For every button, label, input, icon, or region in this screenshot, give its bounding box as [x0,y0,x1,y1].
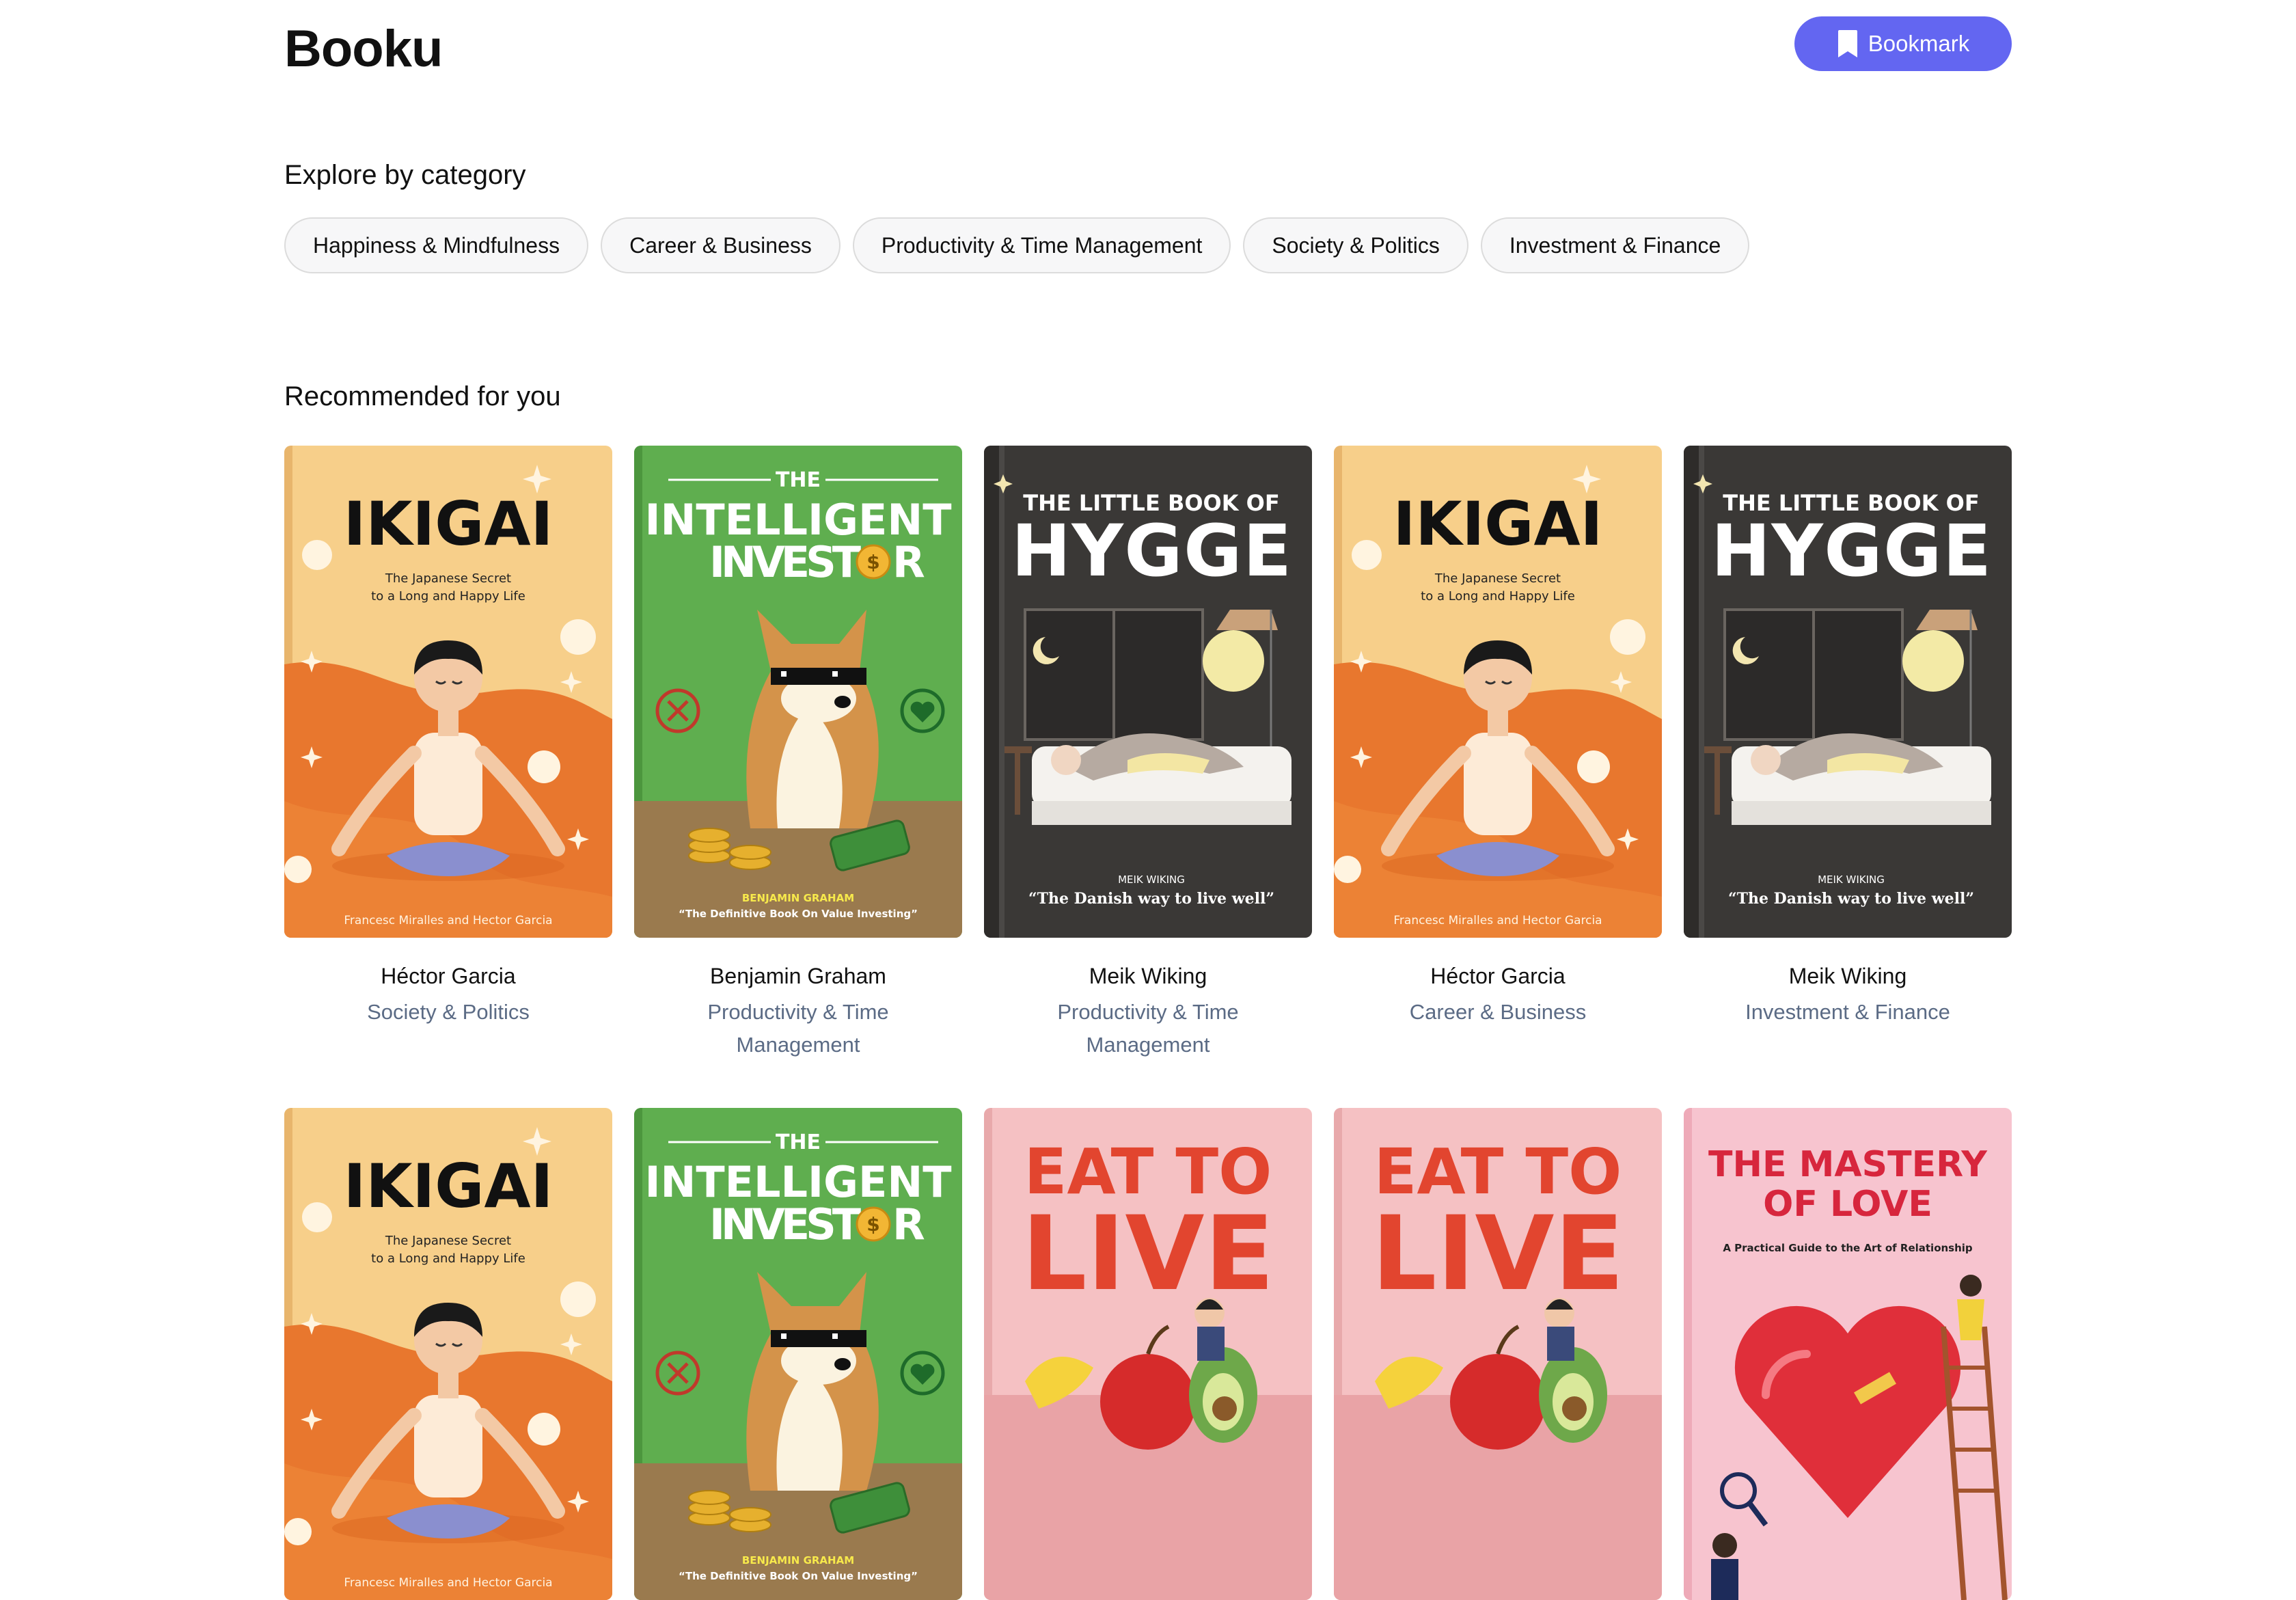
book-grid: IKIGAI The Japanese Secret to a Long and… [284,446,2012,1600]
svg-text:to a Long and Happy Life: to a Long and Happy Life [1421,589,1575,604]
svg-text:to a Long and Happy Life: to a Long and Happy Life [371,1251,525,1266]
svg-text:OF LOVE: OF LOVE [1763,1184,1932,1225]
book-category: Productivity & Time Management [1057,1000,1239,1057]
svg-text:Francesc Miralles and Hector G: Francesc Miralles and Hector Garcia [1393,914,1602,927]
svg-text:A Practical Guide to the Art o: A Practical Guide to the Art of Relation… [1723,1242,1973,1254]
svg-text:The Japanese Secret: The Japanese Secret [385,571,511,586]
book-author: Héctor Garcia [381,964,516,988]
svg-text:“The Definitive Book On Value: “The Definitive Book On Value Investing” [679,908,918,920]
svg-text:THE: THE [776,1130,821,1154]
intelligent-investor-cover-art: THE INTELLIGENT INVEST $ R BENJAMIN GRAH… [634,446,962,938]
svg-text:R: R [892,1199,925,1249]
book-cover[interactable]: THE INTELLIGENT INVEST $ R BENJAMIN GRAH… [634,446,962,938]
book-card[interactable]: THE MASTERY OF LOVE A Practical Guide to… [1684,1108,2012,1600]
svg-text:LIVE: LIVE [1022,1195,1274,1314]
svg-text:“The Danish way to live well”: “The Danish way to live well” [1728,890,1974,908]
category-chip[interactable]: Productivity & Time Management [852,217,1231,273]
bookmark-button-label: Bookmark [1868,31,1970,56]
hygge-cover-art: THE LITTLE BOOK OF HYGGE MEIK WIKING “Th… [1684,446,2012,938]
svg-text:IKIGAI: IKIGAI [344,1151,554,1221]
book-card[interactable]: IKIGAI The Japanese Secret to a Long and… [284,446,612,1061]
book-category: Career & Business [1409,1000,1587,1024]
book-card[interactable]: EAT TO LIVE [1334,1108,1662,1600]
svg-text:HYGGE: HYGGE [1011,509,1292,593]
svg-text:IKIGAI: IKIGAI [1393,489,1603,559]
svg-text:Francesc Miralles and Hector G: Francesc Miralles and Hector Garcia [344,914,552,927]
book-card[interactable]: THE LITTLE BOOK OF HYGGE MEIK WIKING “Th… [1684,446,2012,1061]
svg-text:BENJAMIN GRAHAM: BENJAMIN GRAHAM [742,892,854,904]
category-chip[interactable]: Investment & Finance [1480,217,1750,273]
intelligent-investor-cover-art: THE INTELLIGENT INVEST $ R BENJAMIN GRAH… [634,1108,962,1600]
book-cover[interactable]: THE LITTLE BOOK OF HYGGE MEIK WIKING “Th… [984,446,1312,938]
book-category: Investment & Finance [1745,1000,1950,1024]
svg-text:$: $ [866,1213,879,1236]
explore-heading: Explore by category [284,160,526,190]
svg-text:The Japanese Secret: The Japanese Secret [385,1234,511,1248]
bookmark-icon [1837,30,1857,57]
svg-text:Francesc Miralles and Hector G: Francesc Miralles and Hector Garcia [344,1576,552,1590]
svg-text:MEIK WIKING: MEIK WIKING [1118,873,1185,886]
book-author: Benjamin Graham [710,964,886,988]
ikigai-cover-art: IKIGAI The Japanese Secret to a Long and… [284,446,612,938]
book-cover[interactable]: IKIGAI The Japanese Secret to a Long and… [284,446,612,938]
svg-text:IKIGAI: IKIGAI [344,489,554,559]
svg-text:The Japanese Secret: The Japanese Secret [1434,571,1561,586]
book-card[interactable]: EAT TO LIVE [984,1108,1312,1600]
book-cover[interactable]: EAT TO LIVE [1334,1108,1662,1600]
svg-text:$: $ [866,551,879,573]
book-author: Meik Wiking [1089,964,1207,988]
ikigai-cover-art: IKIGAI The Japanese Secret to a Long and… [284,1108,612,1600]
book-cover[interactable]: IKIGAI The Japanese Secret to a Long and… [1334,446,1662,938]
svg-text:“The Definitive Book On Value: “The Definitive Book On Value Investing” [679,1570,918,1582]
book-author: Meik Wiking [1788,964,1907,988]
eat-to-live-cover-art: EAT TO LIVE [1334,1108,1662,1600]
book-cover[interactable]: THE MASTERY OF LOVE A Practical Guide to… [1684,1108,2012,1600]
book-card[interactable]: IKIGAI The Japanese Secret to a Long and… [1334,446,1662,1061]
svg-text:INVEST: INVEST [709,1199,861,1249]
hygge-cover-art: THE LITTLE BOOK OF HYGGE MEIK WIKING “Th… [984,446,1312,938]
book-card[interactable]: IKIGAI The Japanese Secret to a Long and… [284,1108,612,1600]
book-card[interactable]: THE INTELLIGENT INVEST $ R BENJAMIN GRAH… [634,1108,962,1600]
category-chip[interactable]: Society & Politics [1243,217,1468,273]
eat-to-live-cover-art: EAT TO LIVE [984,1108,1312,1600]
svg-text:INVEST: INVEST [709,537,861,587]
book-card[interactable]: THE LITTLE BOOK OF HYGGE MEIK WIKING “Th… [984,446,1312,1061]
svg-text:“The Danish way to live well”: “The Danish way to live well” [1028,890,1274,908]
category-chip[interactable]: Happiness & Mindfulness [284,217,589,273]
svg-text:MEIK WIKING: MEIK WIKING [1818,873,1885,886]
book-category: Society & Politics [367,1000,530,1024]
book-cover[interactable]: THE INTELLIGENT INVEST $ R BENJAMIN GRAH… [634,1108,962,1600]
book-cover[interactable]: IKIGAI The Japanese Secret to a Long and… [284,1108,612,1600]
header: Booku Bookmark [284,14,2012,96]
category-chips: Happiness & Mindfulness Career & Business… [284,217,1750,273]
book-cover[interactable]: EAT TO LIVE [984,1108,1312,1600]
category-chip[interactable]: Career & Business [601,217,840,273]
svg-text:LIVE: LIVE [1371,1195,1624,1314]
svg-text:R: R [892,537,925,587]
svg-text:HYGGE: HYGGE [1711,509,1991,593]
book-card[interactable]: THE INTELLIGENT INVEST $ R BENJAMIN GRAH… [634,446,962,1061]
svg-text:BENJAMIN GRAHAM: BENJAMIN GRAHAM [742,1554,854,1567]
mastery-of-love-cover-art: THE MASTERY OF LOVE A Practical Guide to… [1684,1108,2012,1600]
book-category: Productivity & Time Management [707,1000,889,1057]
bookmark-button[interactable]: Bookmark [1794,16,2012,71]
ikigai-cover-art: IKIGAI The Japanese Secret to a Long and… [1334,446,1662,938]
svg-text:THE: THE [776,468,821,492]
svg-text:THE MASTERY: THE MASTERY [1708,1144,1988,1185]
book-author: Héctor Garcia [1430,964,1566,988]
app-logo[interactable]: Booku [284,19,443,79]
recommended-heading: Recommended for you [284,381,561,411]
book-cover[interactable]: THE LITTLE BOOK OF HYGGE MEIK WIKING “Th… [1684,446,2012,938]
svg-text:to a Long and Happy Life: to a Long and Happy Life [371,589,525,604]
